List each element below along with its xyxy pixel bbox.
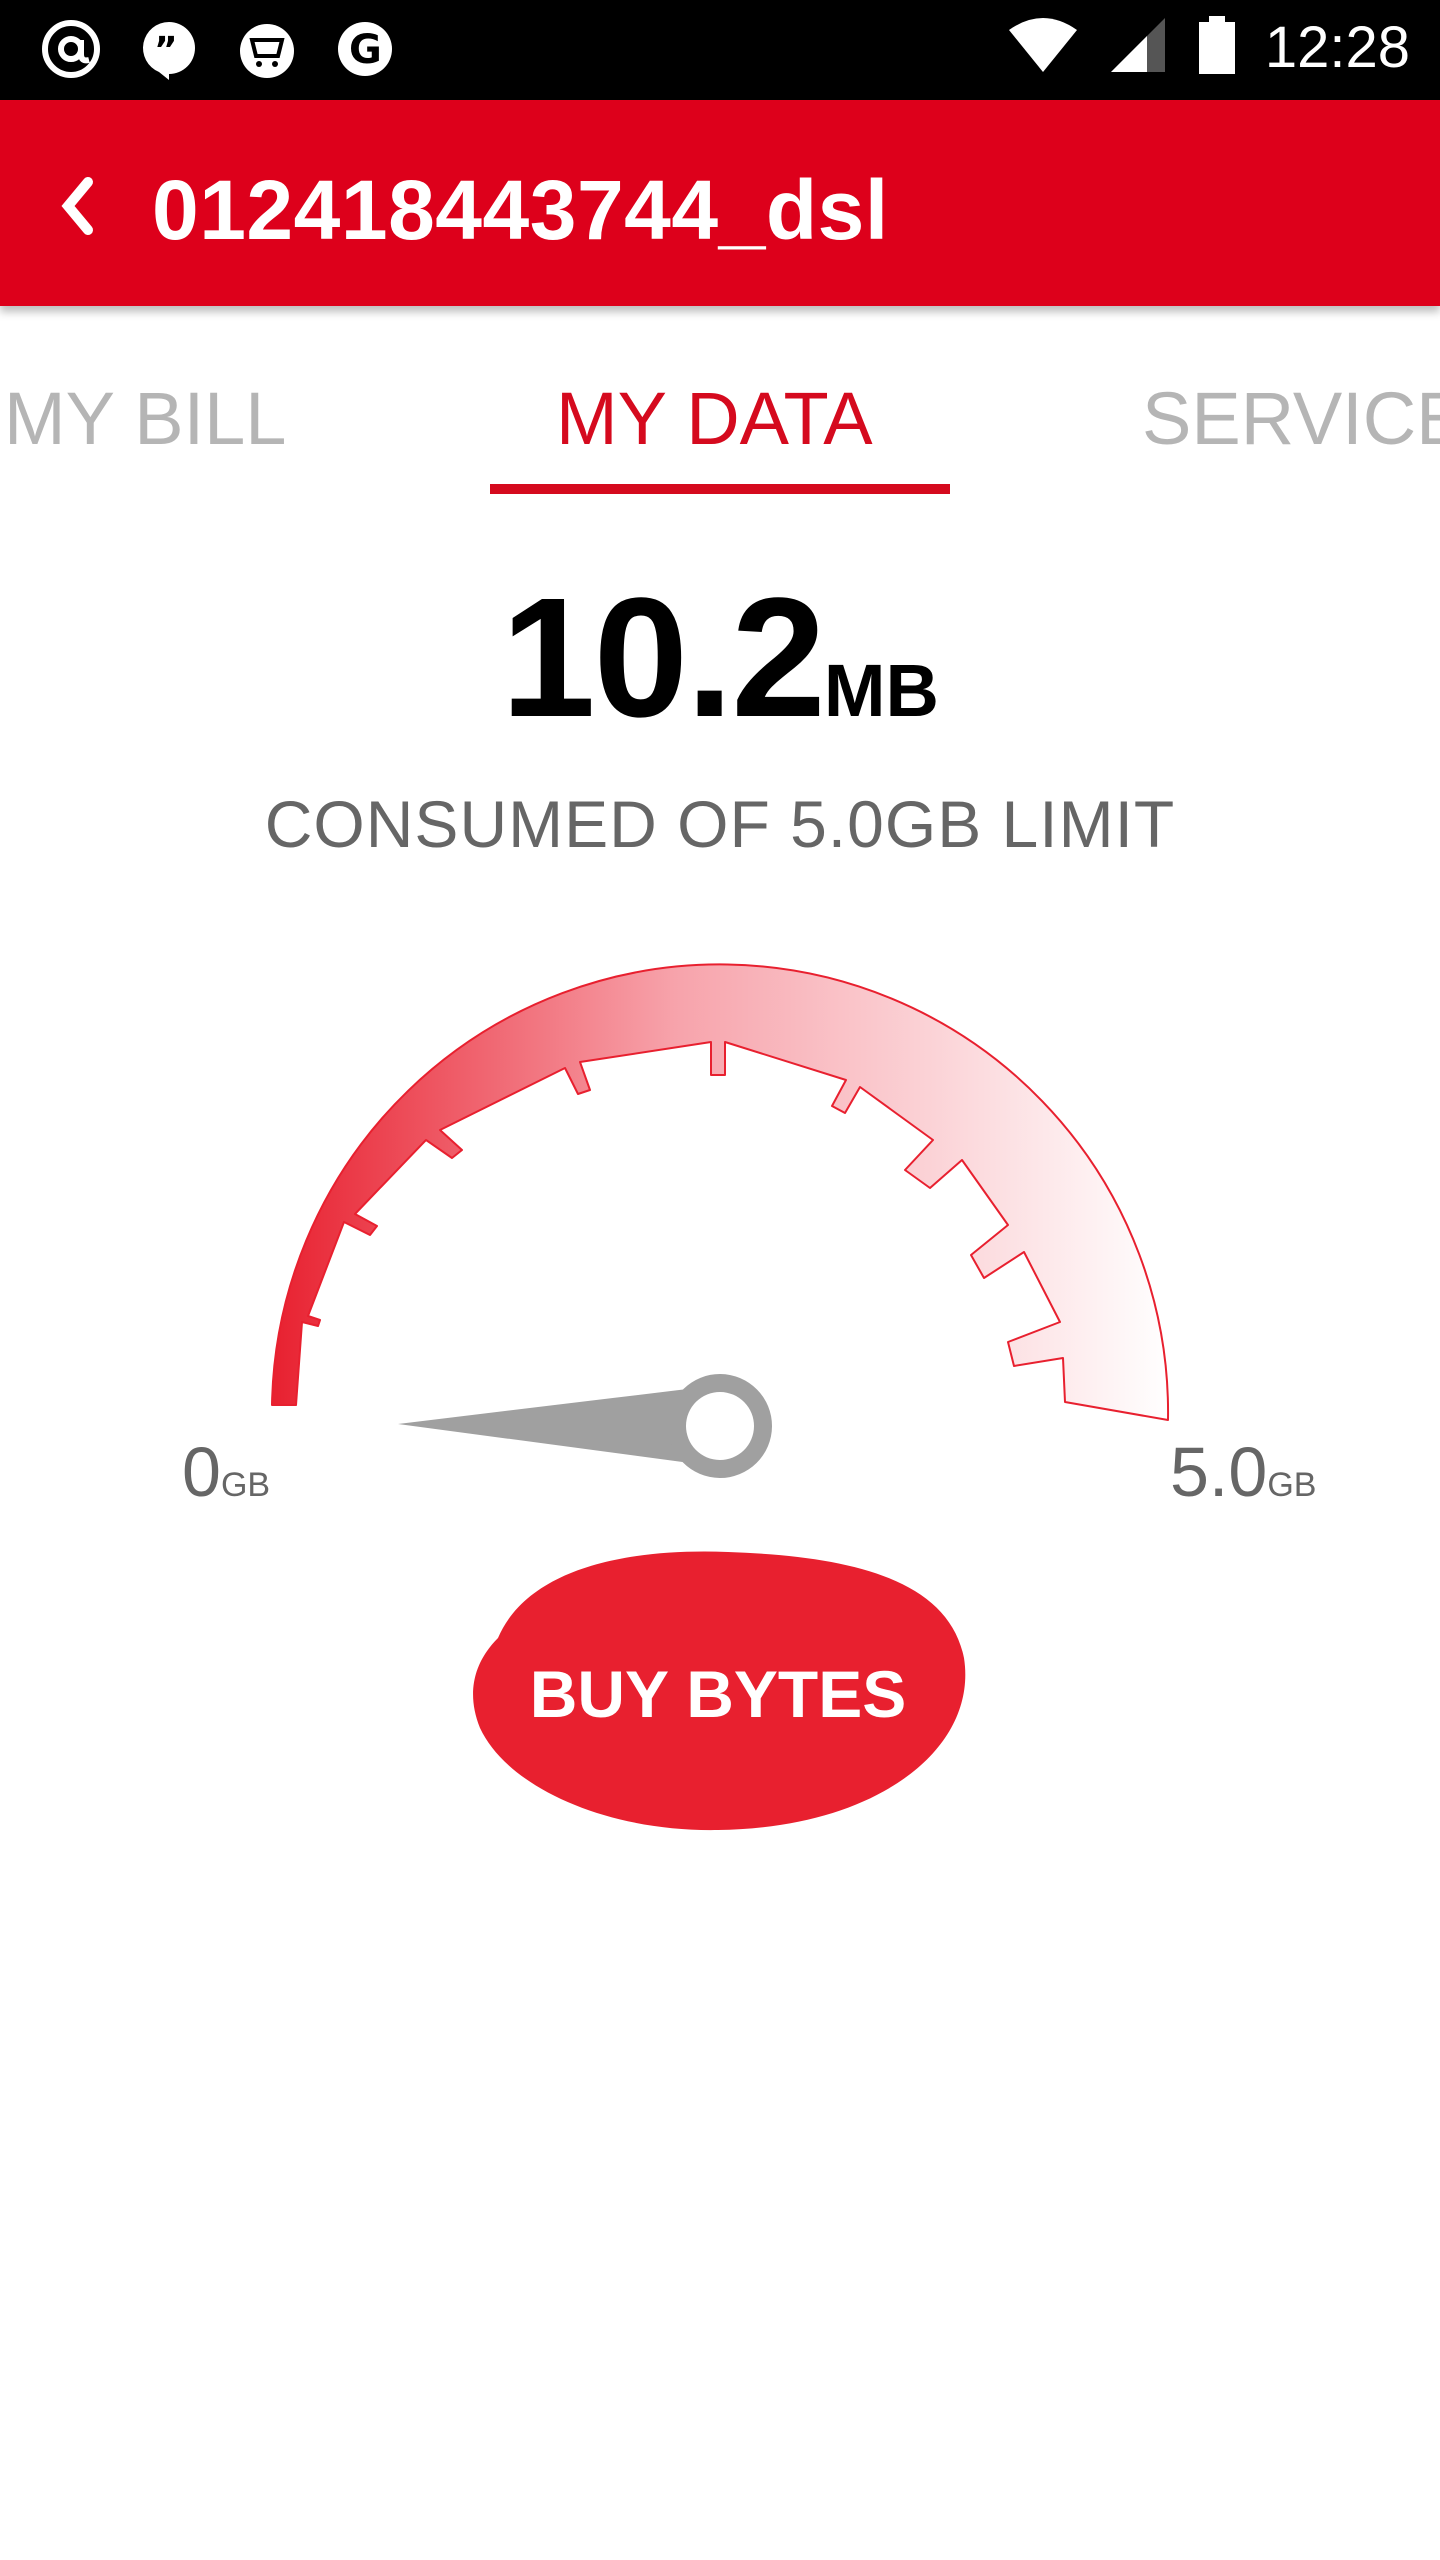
tab-bar: MY BILL MY DATA SERVICE: [0, 330, 1440, 500]
chevron-left-icon: [61, 177, 93, 235]
notification-icons: ” G: [40, 18, 396, 80]
usage-caption: CONSUMED OF 5.0GB LIMIT: [264, 787, 1176, 861]
system-status: 12:28: [1007, 14, 1410, 81]
quote-bubble-icon: ”: [138, 18, 200, 80]
gauge-max-unit: GB: [1267, 1466, 1317, 1504]
data-usage: 10.2MB: [0, 560, 1440, 756]
svg-text:G: G: [349, 27, 382, 73]
gauge-min-value: 0: [182, 1433, 221, 1511]
gauge-arc: [271, 963, 1170, 1421]
buy-bytes-button[interactable]: BUY BYTES: [468, 1548, 968, 1834]
wifi-icon: [1007, 14, 1079, 81]
tab-my-data[interactable]: MY DATA: [556, 376, 873, 461]
svg-text:”: ”: [154, 30, 178, 71]
gauge-min-unit: GB: [220, 1466, 271, 1504]
status-time: 12:28: [1264, 15, 1410, 80]
app-bar: 012418443744_dsl: [0, 100, 1440, 306]
battery-icon: [1197, 14, 1237, 81]
usage-value: 10.2: [501, 563, 826, 753]
at-sign-icon: [40, 18, 102, 80]
status-bar: ” G 12:28: [0, 0, 1440, 100]
active-tab-indicator: [490, 484, 950, 494]
signal-icon: [1107, 14, 1169, 81]
tab-my-bill[interactable]: MY BILL: [4, 376, 286, 461]
usage-unit: MB: [823, 649, 939, 732]
gauge-needle: [398, 1374, 772, 1478]
g-logo-icon: G: [334, 18, 396, 80]
tab-service[interactable]: SERVICE: [1142, 376, 1440, 461]
gauge-min-label: 0GB: [182, 1432, 270, 1512]
back-button[interactable]: [48, 166, 108, 246]
account-title: 012418443744_dsl: [152, 163, 889, 257]
buy-bytes-label: BUY BYTES: [529, 1657, 907, 1731]
gauge-max-label: 5.0GB: [1170, 1432, 1316, 1512]
gauge-max-value: 5.0: [1170, 1433, 1268, 1511]
shopping-cart-icon: [236, 18, 298, 80]
